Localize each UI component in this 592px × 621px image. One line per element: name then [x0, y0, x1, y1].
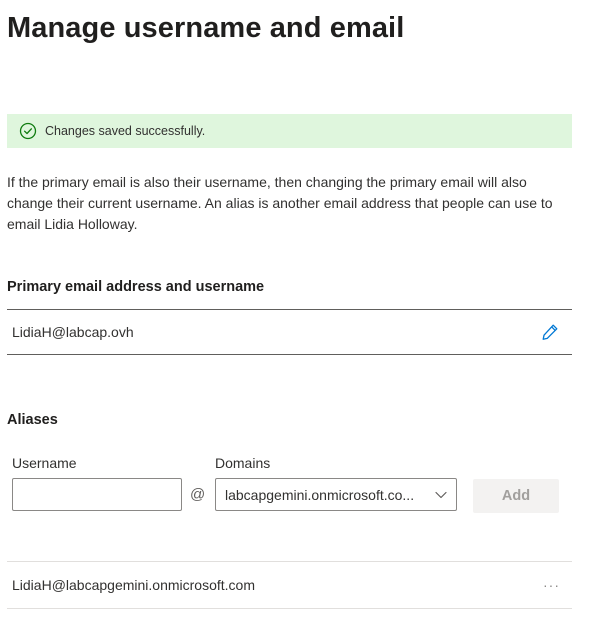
domains-label: Domains	[215, 455, 271, 471]
domains-dropdown[interactable]: labcapgemini.onmicrosoft.co...	[215, 478, 457, 511]
username-label: Username	[12, 455, 77, 471]
at-symbol: @	[190, 486, 206, 503]
pencil-icon	[542, 324, 558, 340]
primary-email-label: Primary email address and username	[7, 279, 265, 295]
alias-username-input[interactable]	[12, 478, 182, 511]
more-options-button[interactable]: ···	[543, 578, 560, 592]
aliases-label: Aliases	[7, 412, 58, 428]
primary-email-value: LidiaH@labcap.ovh	[12, 324, 134, 340]
primary-email-field: LidiaH@labcap.ovh	[7, 309, 572, 355]
add-alias-button[interactable]: Add	[473, 479, 559, 513]
chevron-down-icon	[435, 491, 447, 499]
success-banner: Changes saved successfully.	[7, 114, 572, 148]
alias-list-item: LidiaH@labcapgemini.onmicrosoft.com ···	[7, 561, 572, 609]
checkmark-circle-icon	[19, 122, 37, 140]
alias-address: LidiaH@labcapgemini.onmicrosoft.com	[12, 577, 255, 593]
edit-primary-email-button[interactable]	[538, 320, 562, 344]
page-title: Manage username and email	[7, 12, 405, 44]
success-message: Changes saved successfully.	[45, 124, 206, 138]
description-text: If the primary email is also their usern…	[7, 174, 553, 232]
domains-selected-value: labcapgemini.onmicrosoft.co...	[225, 486, 415, 503]
